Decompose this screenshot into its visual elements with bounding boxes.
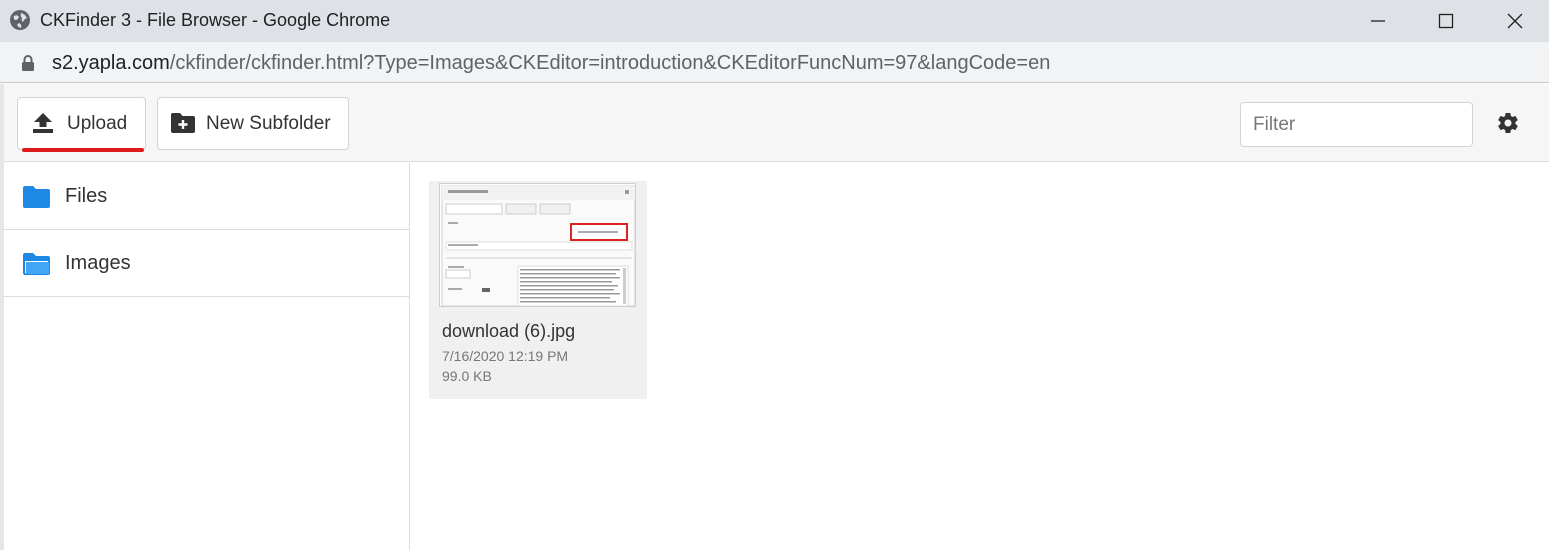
file-tile[interactable]: download (6).jpg 7/16/2020 12:19 PM 99.0… [429, 181, 647, 399]
upload-label: Upload [67, 113, 128, 134]
close-icon [1507, 13, 1523, 29]
file-pane: download (6).jpg 7/16/2020 12:19 PM 99.0… [411, 163, 1549, 550]
close-button[interactable] [1481, 0, 1549, 42]
upload-button[interactable]: Upload [17, 97, 146, 152]
new-subfolder-label: New Subfolder [206, 113, 331, 134]
sidebar-item-images[interactable]: Images [4, 230, 409, 297]
sidebar-item-label: Files [65, 185, 108, 207]
folder-plus-icon [171, 113, 195, 133]
sidebar-item-files[interactable]: Files [4, 163, 409, 230]
minimize-button[interactable] [1344, 0, 1412, 42]
folder-open-icon [23, 253, 50, 275]
new-subfolder-button[interactable]: New Subfolder [157, 97, 349, 150]
minimize-icon [1371, 20, 1385, 22]
window-titlebar: CKFinder 3 - File Browser - Google Chrom… [0, 0, 1549, 42]
maximize-button[interactable] [1412, 0, 1480, 42]
file-thumbnail [439, 183, 636, 307]
upload-icon [33, 113, 53, 133]
filter-input[interactable] [1240, 102, 1473, 147]
maximize-icon [1438, 13, 1454, 29]
gear-icon[interactable] [1496, 111, 1520, 135]
address-host: s2.yapla.com [52, 52, 170, 74]
globe-icon [10, 10, 30, 30]
thumbnail-image [440, 184, 635, 306]
upload-highlight-underline [22, 148, 144, 152]
file-name: download (6).jpg [442, 321, 576, 341]
address-path: /ckfinder/ckfinder.html?Type=Images&CKEd… [169, 52, 1051, 74]
file-date: 7/16/2020 12:19 PM [442, 348, 569, 364]
address-url[interactable]: s2.yapla.com/ckfinder/ckfinder.html?Type… [52, 52, 1050, 75]
ckfinder-toolbar: Upload New Subfolder [4, 84, 1549, 162]
sidebar-item-label: Images [65, 252, 131, 274]
lock-icon [22, 55, 34, 71]
window-title: CKFinder 3 - File Browser - Google Chrom… [40, 10, 391, 30]
folder-sidebar: Files Images [4, 163, 410, 550]
folder-icon [23, 186, 50, 208]
file-size: 99.0 KB [442, 368, 492, 384]
address-bar[interactable]: s2.yapla.com/ckfinder/ckfinder.html?Type… [0, 42, 1549, 83]
